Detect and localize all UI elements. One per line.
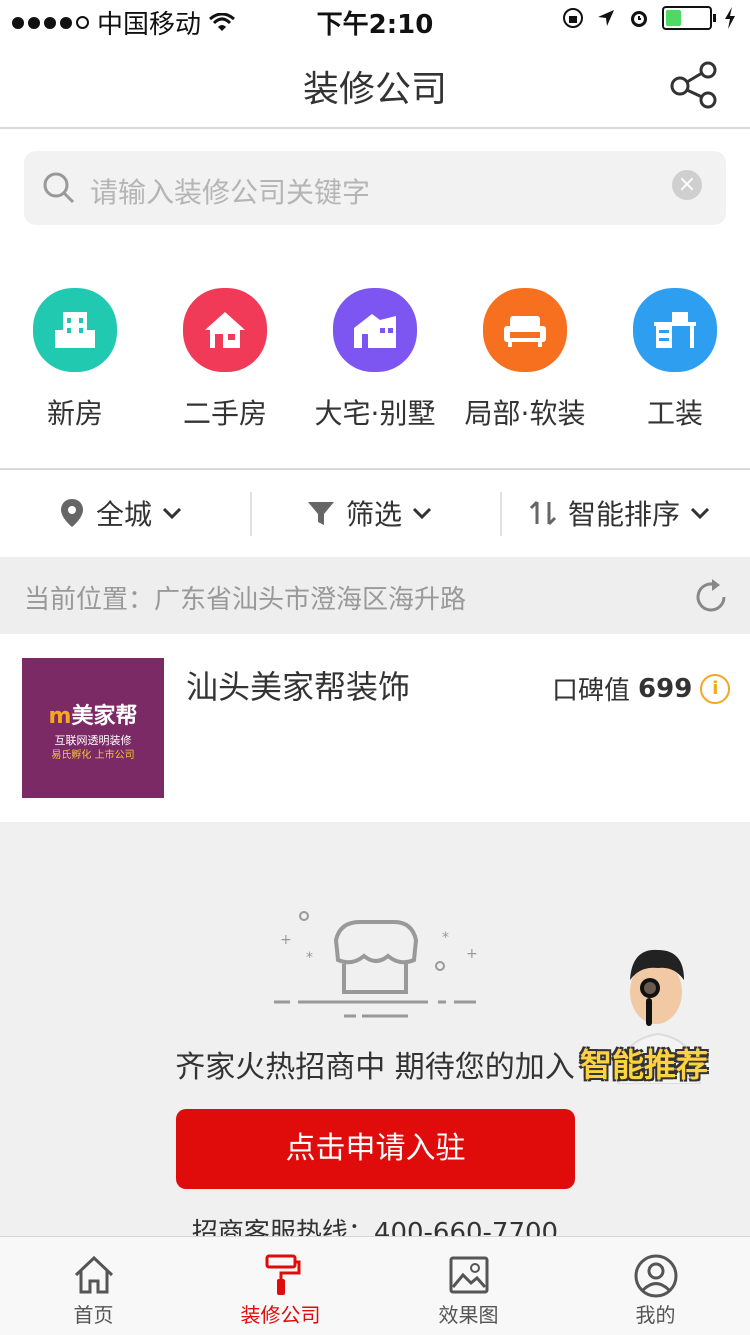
- location-pin-icon: [61, 499, 83, 527]
- filter-label: 筛选: [346, 498, 403, 531]
- chevron-down-icon: [412, 507, 432, 520]
- category-label: 新房: [46, 397, 103, 430]
- filter-label: 智能排序: [568, 498, 681, 531]
- office-desk-icon: [633, 288, 717, 372]
- smart-recommend-label[interactable]: 智能推荐: [580, 1040, 708, 1086]
- info-icon[interactable]: i: [700, 673, 731, 704]
- filter-separator: [500, 492, 502, 536]
- charging-icon: [725, 7, 735, 29]
- tab-label: 效果图: [438, 1303, 499, 1327]
- rotation-lock-icon: [563, 8, 583, 28]
- funnel-icon: [308, 502, 334, 525]
- company-logo[interactable]: m美家帮 互联网透明装修 易氏孵化 上市公司: [22, 658, 164, 798]
- search-input[interactable]: 请输入装修公司关键字: [90, 171, 370, 211]
- clear-icon[interactable]: ×: [672, 170, 702, 200]
- building-icon: [33, 288, 117, 372]
- tab-mine[interactable]: 我的: [562, 1237, 749, 1335]
- nav-divider: [0, 127, 750, 129]
- category-label: 工装: [646, 397, 703, 430]
- filter-label: 全城: [96, 498, 153, 531]
- svg-text:+: +: [280, 932, 292, 948]
- home-icon: [74, 1255, 113, 1294]
- location-arrow-icon: [598, 10, 614, 26]
- battery-icon: [662, 6, 716, 30]
- company-score: 口碑值 699 i: [552, 670, 731, 707]
- svg-text:+: +: [466, 946, 478, 962]
- sofa-icon: [483, 288, 567, 372]
- tab-bar: 首页 装修公司 效果图 我的: [0, 1236, 750, 1335]
- category-partial-soft[interactable]: 局部·软装: [450, 288, 600, 432]
- status-right: [562, 6, 736, 30]
- category-office[interactable]: 工装: [600, 288, 750, 432]
- chevron-down-icon: [162, 507, 182, 520]
- apply-join-button[interactable]: 点击申请入驻: [176, 1109, 575, 1189]
- svg-text:*: *: [306, 950, 313, 966]
- tab-decoration-company[interactable]: 装修公司: [187, 1237, 374, 1335]
- tab-label: 我的: [635, 1303, 676, 1327]
- category-label: 大宅·别墅: [314, 397, 436, 430]
- tab-label: 装修公司: [240, 1303, 321, 1327]
- current-location-bar: 当前位置：广东省汕头市澄海区海升路: [0, 557, 750, 634]
- status-bar: 中国移动 下午2:10: [0, 0, 750, 40]
- category-new-house[interactable]: 新房: [0, 288, 150, 432]
- share-icon[interactable]: [668, 60, 720, 112]
- score-label: 口碑值: [552, 676, 631, 706]
- search-bar[interactable]: 请输入装修公司关键字 ×: [24, 151, 726, 225]
- filter-city[interactable]: 全城: [58, 470, 182, 556]
- filter-separator: [250, 492, 252, 536]
- category-villa[interactable]: 大宅·别墅: [300, 288, 450, 432]
- paint-roller-icon: [265, 1254, 300, 1295]
- house-icon: [183, 288, 267, 372]
- svg-text:*: *: [442, 930, 449, 946]
- shop-icon: + + * *: [274, 911, 478, 1018]
- filter-bar: 全城 筛选 智能排序: [0, 470, 750, 556]
- user-icon: [634, 1254, 677, 1298]
- page-title: 装修公司: [302, 69, 447, 110]
- category-second-hand[interactable]: 二手房: [150, 288, 300, 432]
- villa-icon: [333, 288, 417, 372]
- category-label: 局部·软装: [464, 397, 586, 430]
- logo-brand-text: m美家帮: [48, 704, 138, 729]
- alarm-icon: [631, 11, 647, 27]
- picture-icon: [449, 1256, 488, 1294]
- tab-home[interactable]: 首页: [0, 1237, 187, 1335]
- tab-label: 首页: [73, 1303, 114, 1327]
- score-value: 699: [638, 673, 693, 704]
- tab-gallery[interactable]: 效果图: [375, 1237, 562, 1335]
- refresh-icon[interactable]: [694, 575, 730, 615]
- sort-icon: [529, 500, 557, 526]
- filter-sort[interactable]: 智能排序: [528, 470, 710, 556]
- search-icon: [43, 172, 75, 204]
- current-location-text: 当前位置：广东省汕头市澄海区海升路: [24, 585, 467, 615]
- category-label: 二手房: [182, 397, 267, 430]
- filter-screen[interactable]: 筛选: [306, 470, 432, 556]
- logo-subtagline: 易氏孵化 上市公司: [51, 750, 135, 761]
- chevron-down-icon: [690, 507, 710, 520]
- company-name[interactable]: 汕头美家帮装饰: [186, 662, 410, 708]
